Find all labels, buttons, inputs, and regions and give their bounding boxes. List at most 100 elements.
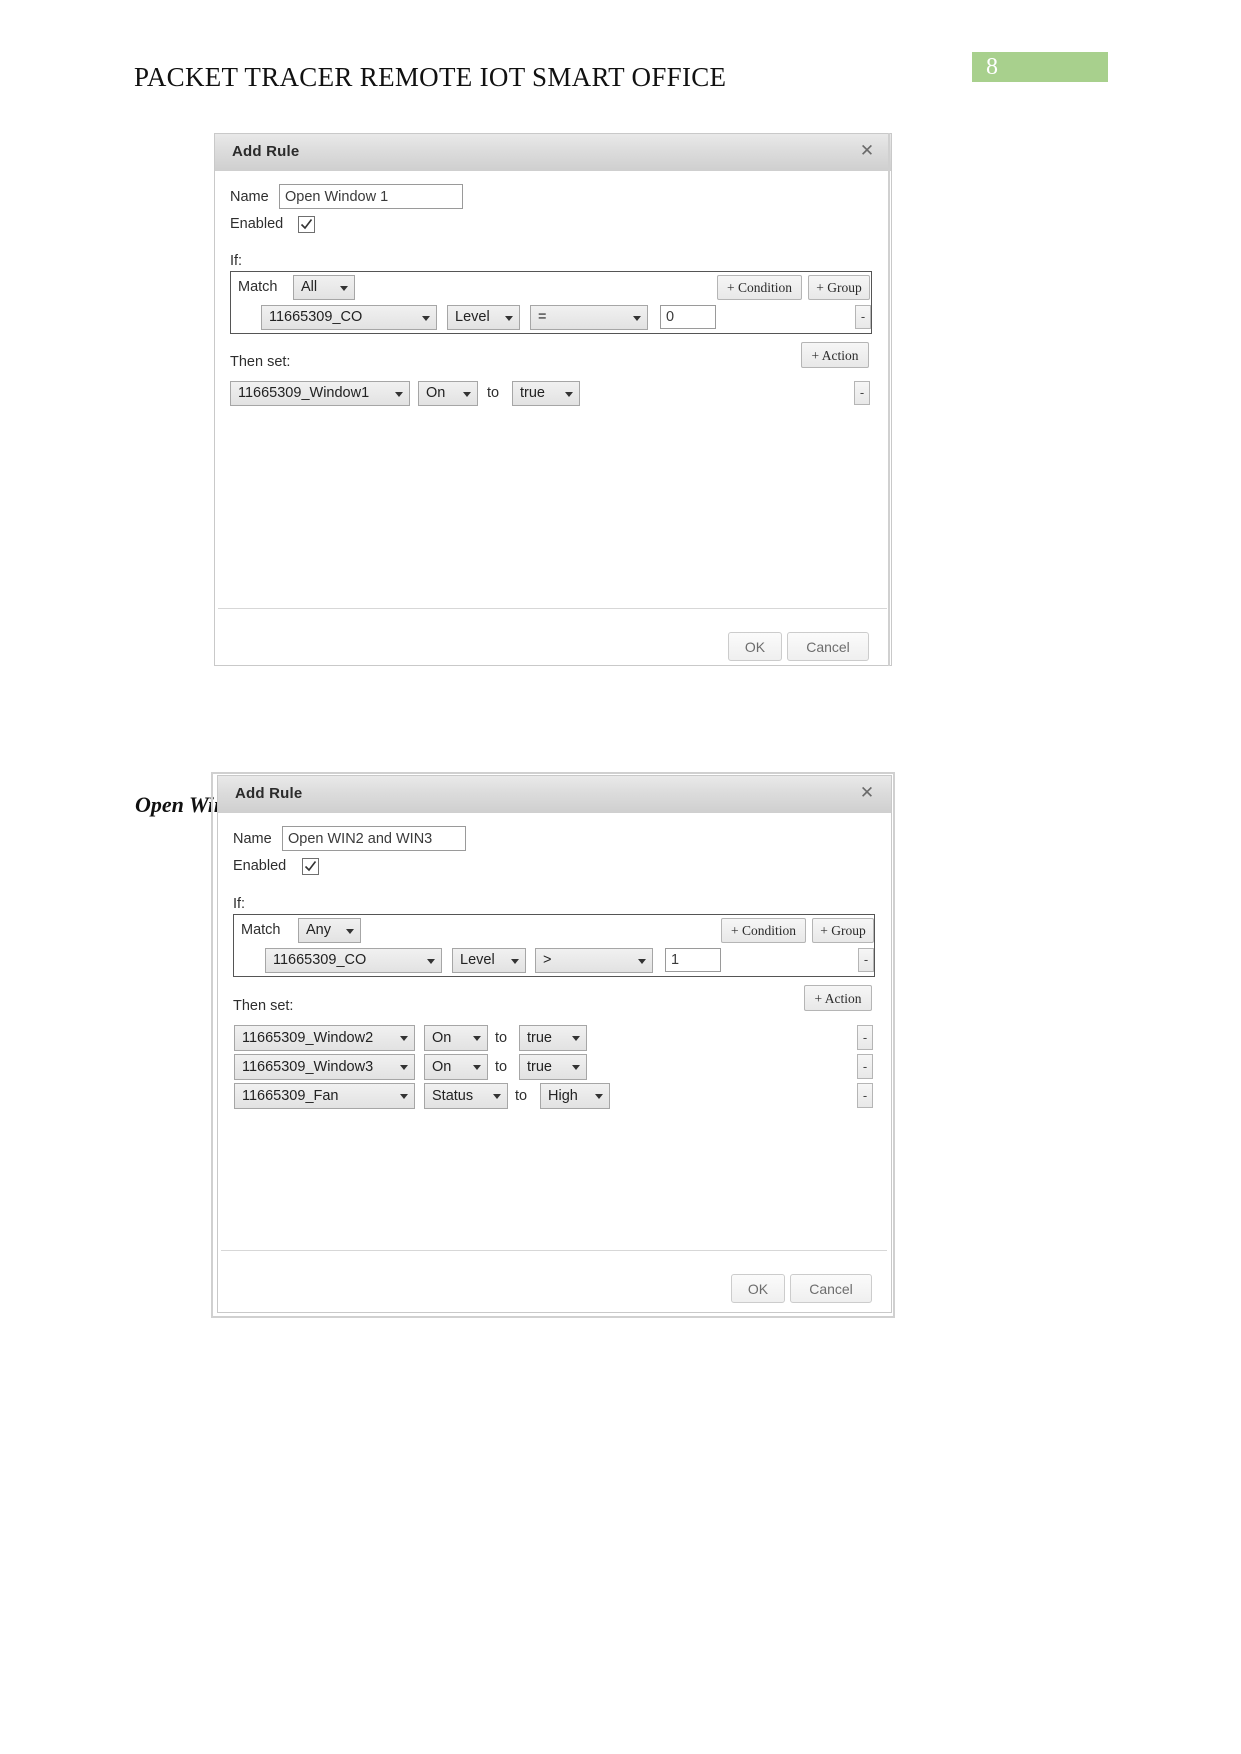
add-rule-dialog-2: Add Rule ✕ Name Enabled If: Match Any + …: [217, 775, 892, 1313]
condition-group-1: Match All + Condition + Group 11665309_C…: [230, 271, 872, 334]
add-action-button[interactable]: + Action: [804, 985, 872, 1011]
action-device-select[interactable]: 11665309_Window3: [234, 1054, 415, 1080]
if-label: If:: [233, 896, 246, 912]
if-label: If:: [230, 253, 243, 269]
dialog-1-titlebar: Add Rule ✕: [215, 134, 891, 172]
add-condition-button[interactable]: + Condition: [721, 918, 806, 943]
action-value-select[interactable]: High: [540, 1083, 610, 1109]
remove-action-button[interactable]: -: [857, 1083, 873, 1108]
dialog-2-left-edge: [211, 772, 213, 1318]
action-property-select[interactable]: On: [418, 381, 478, 406]
action-value-select[interactable]: true: [512, 381, 580, 406]
chevron-down-icon: [400, 1065, 408, 1070]
enabled-checkbox[interactable]: [298, 216, 315, 233]
dialog-1-body: Name Enabled If: Match All + Condition +…: [215, 171, 891, 665]
chevron-down-icon: [493, 1094, 501, 1099]
action-device-select[interactable]: 11665309_Fan: [234, 1083, 415, 1109]
ok-button[interactable]: OK: [731, 1274, 785, 1303]
enabled-checkbox[interactable]: [302, 858, 319, 875]
ok-button[interactable]: OK: [728, 632, 782, 661]
chevron-down-icon: [473, 1036, 481, 1041]
remove-condition-button[interactable]: -: [858, 948, 874, 972]
condition-value-input[interactable]: [660, 305, 716, 329]
chevron-down-icon: [505, 315, 513, 321]
footer-divider: [218, 608, 887, 609]
condition-group-1: Match Any + Condition + Group 11665309_C…: [233, 914, 875, 977]
close-icon[interactable]: ✕: [857, 141, 877, 161]
action-property-select[interactable]: On: [424, 1025, 488, 1051]
chevron-down-icon: [633, 315, 641, 321]
remove-condition-button[interactable]: -: [855, 305, 871, 329]
chevron-down-icon: [427, 958, 435, 964]
page-number: 8: [986, 54, 998, 80]
enabled-label: Enabled: [230, 216, 284, 232]
action-value-select[interactable]: true: [519, 1025, 587, 1051]
action-device-select[interactable]: 11665309_Window1: [230, 381, 410, 406]
rule-name-input[interactable]: [279, 184, 463, 209]
cancel-button[interactable]: Cancel: [790, 1274, 872, 1303]
document-header: PACKET TRACER REMOTE IOT SMART OFFICE 8: [0, 0, 1241, 110]
match-label: Match: [238, 279, 278, 295]
chevron-down-icon: [400, 1036, 408, 1041]
chevron-down-icon: [346, 928, 354, 934]
match-label: Match: [241, 922, 281, 938]
dialog-2-titlebar: Add Rule ✕: [218, 776, 891, 814]
chevron-down-icon: [572, 1065, 580, 1070]
remove-action-button[interactable]: -: [857, 1054, 873, 1079]
add-action-button[interactable]: + Action: [801, 342, 869, 368]
condition-operator-select[interactable]: =: [530, 305, 648, 330]
chevron-down-icon: [638, 958, 646, 964]
dialog-2-body: Name Enabled If: Match Any + Condition +…: [218, 813, 891, 1312]
then-set-label: Then set:: [230, 354, 291, 370]
action-device-select[interactable]: 11665309_Window2: [234, 1025, 415, 1051]
condition-property-select[interactable]: Level: [452, 948, 526, 973]
condition-value-input[interactable]: [665, 948, 721, 972]
remove-action-button[interactable]: -: [857, 1025, 873, 1050]
chevron-down-icon: [395, 391, 403, 397]
to-label: to: [495, 1059, 508, 1075]
name-label: Name: [230, 189, 269, 205]
check-icon: [304, 861, 317, 872]
dialog-2-right-edge: [893, 772, 895, 1318]
chevron-down-icon: [473, 1065, 481, 1070]
action-value-select[interactable]: true: [519, 1054, 587, 1080]
add-rule-dialog-1: Add Rule ✕ Name Enabled If: Match All + …: [214, 133, 892, 666]
remove-action-button[interactable]: -: [854, 381, 870, 405]
to-label: to: [495, 1030, 508, 1046]
to-label: to: [487, 385, 500, 401]
footer-divider: [221, 1250, 887, 1251]
chevron-down-icon: [572, 1036, 580, 1041]
add-condition-button[interactable]: + Condition: [717, 275, 802, 300]
page-title: PACKET TRACER REMOTE IOT SMART OFFICE: [134, 62, 727, 92]
action-property-select[interactable]: On: [424, 1054, 488, 1080]
dialog-2-bottom-edge: [211, 1316, 895, 1318]
enabled-label: Enabled: [233, 858, 287, 874]
chevron-down-icon: [400, 1094, 408, 1099]
then-set-label: Then set:: [233, 998, 294, 1014]
chevron-down-icon: [340, 285, 348, 291]
condition-property-select[interactable]: Level: [447, 305, 520, 330]
page-number-badge: 8: [972, 52, 1108, 82]
chevron-down-icon: [595, 1094, 603, 1099]
condition-sensor-select[interactable]: 11665309_CO: [265, 948, 442, 973]
action-property-select[interactable]: Status: [424, 1083, 508, 1109]
add-group-button[interactable]: + Group: [808, 275, 870, 300]
dialog-2-top-edge: [211, 772, 895, 774]
dialog-1-title: Add Rule: [232, 143, 300, 160]
chevron-down-icon: [463, 391, 471, 397]
check-icon: [300, 219, 313, 230]
match-select[interactable]: Any: [298, 918, 361, 943]
condition-sensor-select[interactable]: 11665309_CO: [261, 305, 437, 330]
name-label: Name: [233, 831, 272, 847]
condition-operator-select[interactable]: >: [535, 948, 653, 973]
dialog-2-title: Add Rule: [235, 785, 303, 802]
chevron-down-icon: [511, 958, 519, 964]
cancel-button[interactable]: Cancel: [787, 632, 869, 661]
chevron-down-icon: [565, 391, 573, 397]
close-icon[interactable]: ✕: [857, 783, 877, 803]
chevron-down-icon: [422, 315, 430, 321]
add-group-button[interactable]: + Group: [812, 918, 874, 943]
match-select[interactable]: All: [293, 275, 355, 300]
dialog-1-right-edge: [888, 133, 890, 666]
rule-name-input[interactable]: [282, 826, 466, 851]
